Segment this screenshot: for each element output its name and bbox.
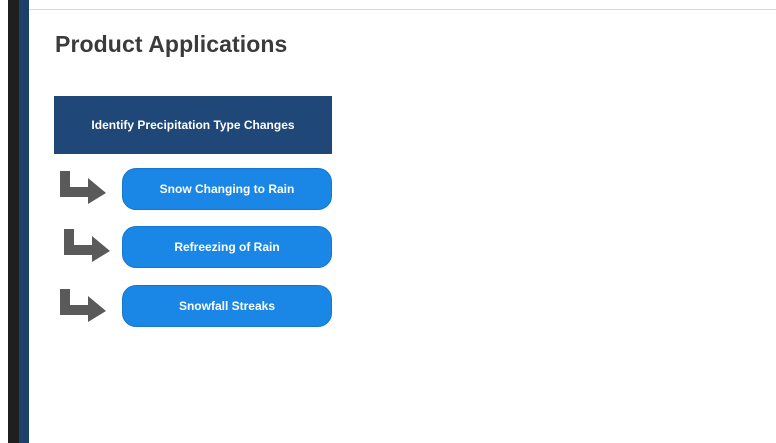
snow-changing-to-rain-button[interactable]: Snow Changing to Rain	[122, 168, 332, 210]
top-divider	[29, 9, 776, 10]
page-title: Product Applications	[55, 31, 288, 57]
elbow-arrow-icon	[64, 229, 110, 262]
refreezing-of-rain-button[interactable]: Refreezing of Rain	[122, 226, 332, 268]
left-accent-bar-dark	[8, 0, 19, 443]
snowfall-streaks-button[interactable]: Snowfall Streaks	[122, 285, 332, 327]
left-accent-bar-blue	[19, 0, 29, 443]
precipitation-header-box: Identify Precipitation Type Changes	[54, 96, 332, 154]
elbow-arrow-icon	[60, 171, 106, 204]
elbow-arrow-icon	[60, 289, 106, 322]
